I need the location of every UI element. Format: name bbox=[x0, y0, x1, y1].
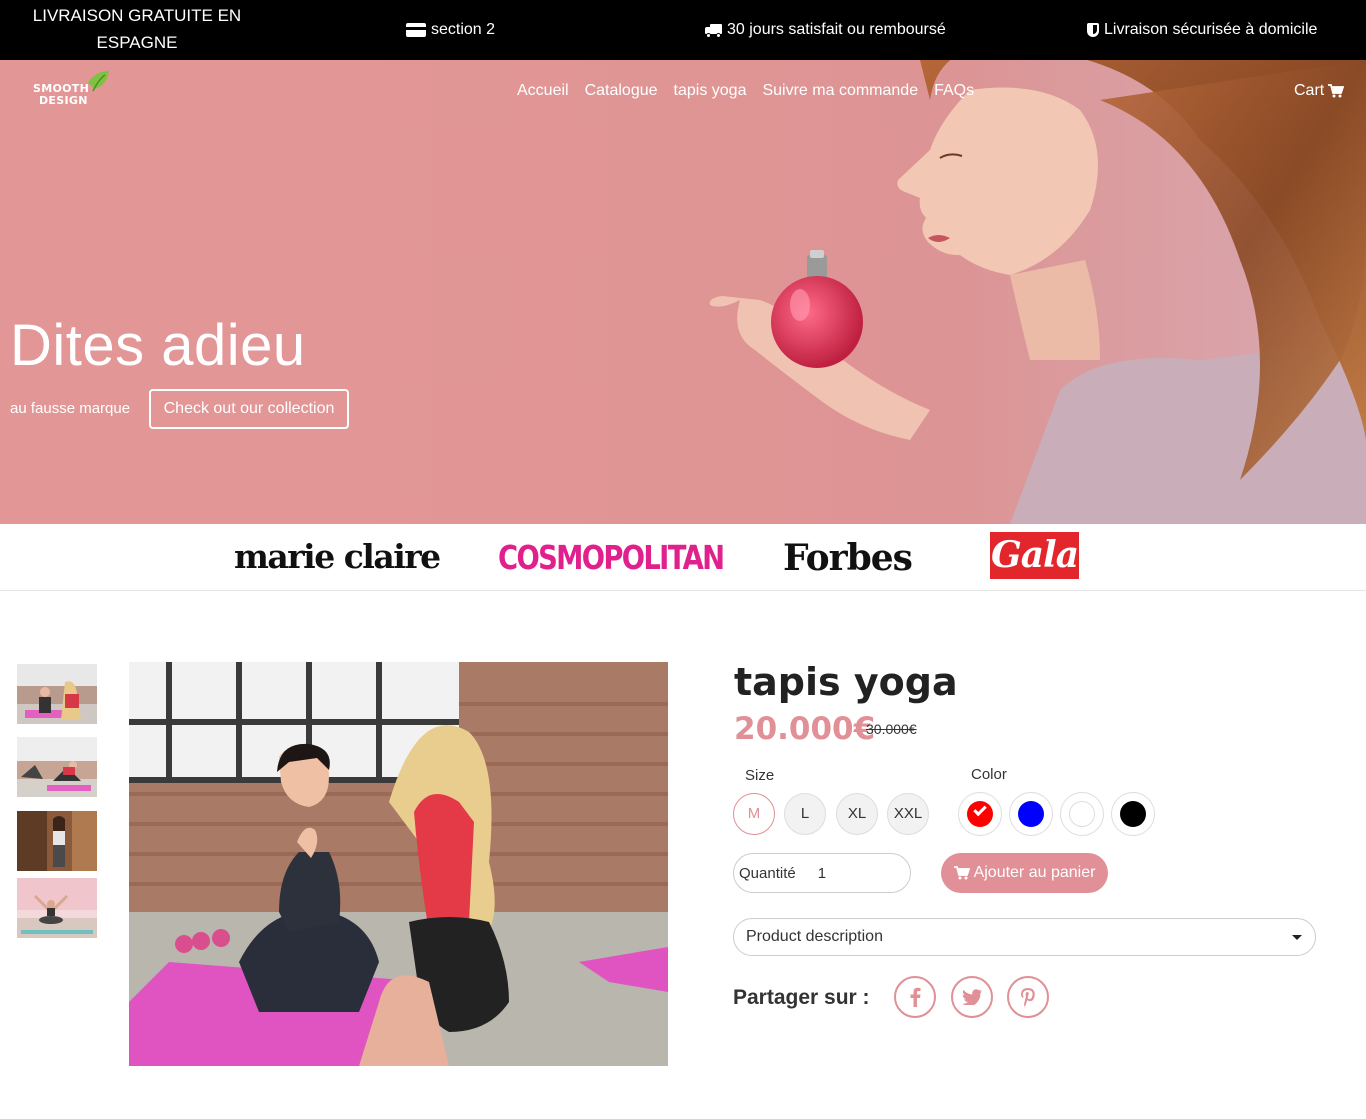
add-to-cart-label: Ajouter au panier bbox=[973, 864, 1096, 881]
nav-track-order[interactable]: Suivre ma commande bbox=[762, 81, 918, 101]
cart-link[interactable]: Cart bbox=[1294, 81, 1345, 101]
cosmopolitan-logo: COSMOPOLITAN bbox=[498, 538, 725, 577]
announcement-bar: LIVRAISON GRATUITE EN ESPAGNE section 2 … bbox=[0, 0, 1366, 60]
cart-icon bbox=[953, 866, 970, 880]
product-thumbnail-1[interactable] bbox=[17, 664, 97, 724]
shield-icon bbox=[1087, 23, 1099, 37]
quantity-field[interactable]: Quantité 1 bbox=[733, 853, 911, 893]
size-option-l[interactable]: L bbox=[784, 793, 826, 835]
hero-banner: SMOOTH DESIGN Accueil Catalogue tapis yo… bbox=[0, 60, 1366, 524]
quantity-input[interactable]: 1 bbox=[818, 865, 826, 882]
topbar-item-section: section 2 bbox=[406, 20, 495, 40]
collection-button[interactable]: Check out our collection bbox=[149, 389, 349, 429]
product-old-price: 30.000€ bbox=[866, 721, 917, 737]
nav-accueil[interactable]: Accueil bbox=[517, 81, 569, 101]
topbar-item-label: 30 jours satisfait ou remboursé bbox=[727, 21, 946, 38]
product-main-image[interactable] bbox=[129, 662, 668, 1066]
topbar-item-secure-delivery: Livraison sécurisée à domicile bbox=[1087, 20, 1317, 40]
color-option-blue[interactable] bbox=[1009, 792, 1053, 836]
smooth-design-logo[interactable]: SMOOTH DESIGN bbox=[33, 69, 113, 113]
hero-title: Dites adieu bbox=[10, 313, 306, 378]
marie-claire-logo: marie claire bbox=[234, 537, 441, 576]
product-thumbnail-4[interactable] bbox=[17, 878, 97, 938]
color-option-white[interactable] bbox=[1060, 792, 1104, 836]
nav-catalogue[interactable]: Catalogue bbox=[585, 81, 658, 101]
quantity-label: Quantité bbox=[739, 864, 796, 882]
facebook-icon bbox=[910, 987, 921, 1007]
add-to-cart-button[interactable]: Ajouter au panier bbox=[941, 853, 1108, 893]
size-option-xl[interactable]: XL bbox=[836, 793, 878, 835]
color-label: Color bbox=[971, 766, 1007, 783]
cart-icon bbox=[1328, 84, 1345, 98]
share-pinterest-button[interactable] bbox=[1007, 976, 1049, 1018]
product-description-label: Product description bbox=[746, 928, 883, 945]
chevron-down-icon bbox=[1292, 935, 1302, 940]
share-label: Partager sur : bbox=[733, 986, 870, 1009]
hero-model-photo bbox=[709, 60, 1366, 524]
size-option-xxl[interactable]: XXL bbox=[887, 793, 929, 835]
color-option-black[interactable] bbox=[1111, 792, 1155, 836]
twitter-icon bbox=[962, 989, 982, 1005]
hero-subtitle: au fausse marque bbox=[10, 400, 131, 417]
pinterest-icon bbox=[1021, 988, 1035, 1007]
color-swatch bbox=[1069, 801, 1095, 827]
free-shipping-promo: LIVRAISON GRATUITE EN ESPAGNE bbox=[32, 6, 242, 52]
cart-label: Cart bbox=[1294, 82, 1325, 99]
product-price: 20.000€ bbox=[734, 711, 876, 747]
product-thumbnail-3[interactable] bbox=[17, 811, 97, 871]
nav-tapis-yoga[interactable]: tapis yoga bbox=[674, 81, 747, 101]
product-title: tapis yoga bbox=[734, 660, 958, 704]
gala-logo: Gala bbox=[990, 532, 1079, 579]
truck-icon bbox=[705, 23, 722, 38]
credit-card-icon bbox=[406, 23, 426, 37]
topbar-item-label: section 2 bbox=[431, 21, 496, 38]
logo-text-line2: DESIGN bbox=[39, 94, 88, 107]
nav-faqs[interactable]: FAQs bbox=[934, 81, 974, 101]
forbes-logo: Forbes bbox=[783, 537, 913, 579]
color-swatch bbox=[1018, 801, 1044, 827]
product-thumbnail-2[interactable] bbox=[17, 737, 97, 797]
main-nav: Accueil Catalogue tapis yoga Suivre ma c… bbox=[517, 81, 974, 101]
size-label: Size bbox=[745, 767, 775, 784]
product-description-select[interactable]: Product description bbox=[733, 918, 1316, 956]
share-facebook-button[interactable] bbox=[894, 976, 936, 1018]
topbar-item-label: Livraison sécurisée à domicile bbox=[1104, 21, 1318, 38]
color-swatch bbox=[1120, 801, 1146, 827]
topbar-item-refund: 30 jours satisfait ou remboursé bbox=[705, 20, 946, 40]
color-option-red[interactable] bbox=[958, 792, 1002, 836]
size-option-m[interactable]: M bbox=[733, 793, 775, 835]
share-twitter-button[interactable] bbox=[951, 976, 993, 1018]
press-logos: marie claire COSMOPOLITAN Forbes Gala bbox=[0, 524, 1366, 591]
